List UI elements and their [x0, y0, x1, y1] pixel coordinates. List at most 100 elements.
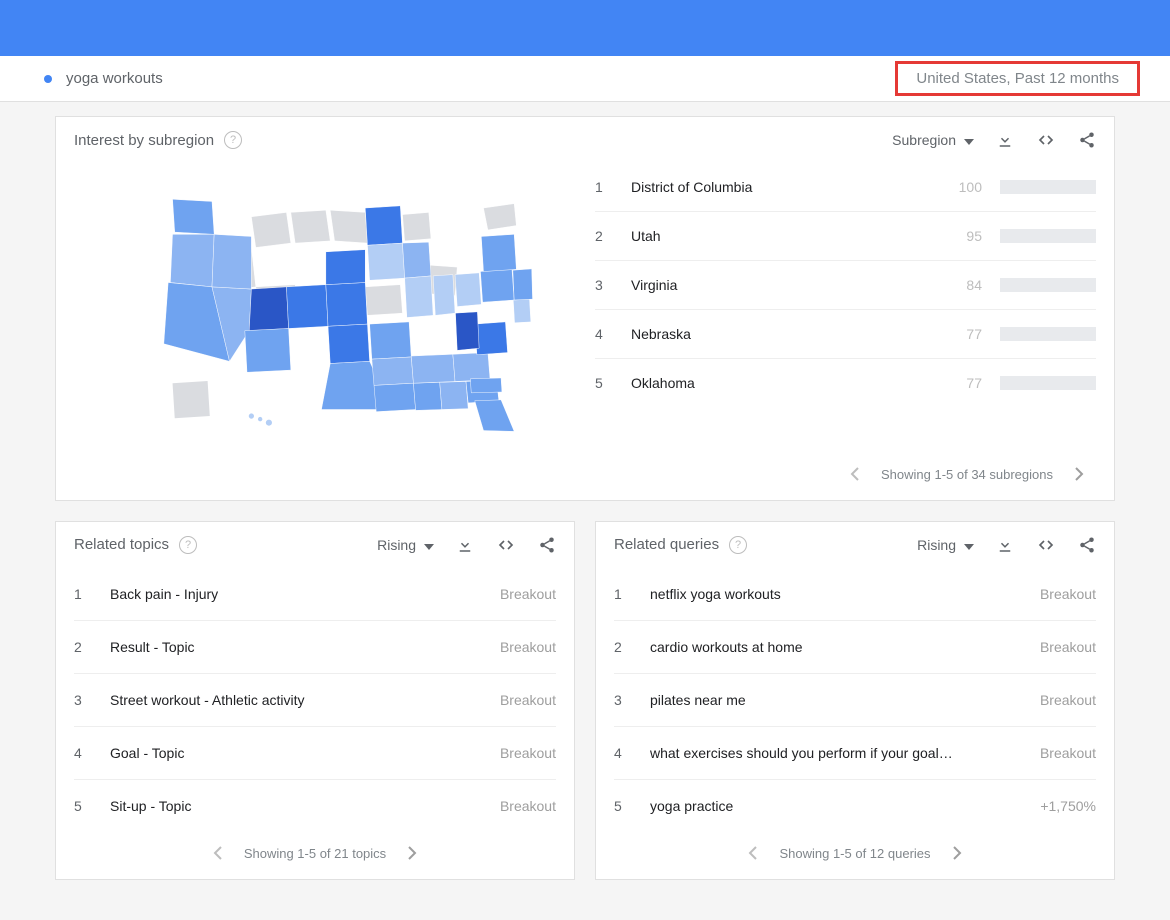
state-ks[interactable] [325, 282, 367, 326]
region-rank: 4 [595, 326, 613, 342]
list-rank: 3 [74, 692, 92, 708]
list-row[interactable]: 1netflix yoga workoutsBreakout [614, 568, 1096, 621]
embed-icon[interactable] [1036, 537, 1056, 553]
next-page-icon[interactable] [408, 846, 417, 860]
state-hi[interactable] [248, 413, 271, 425]
subregion-dropdown[interactable]: Subregion [892, 132, 974, 148]
list-row[interactable]: 5Sit-up - TopicBreakout [74, 780, 556, 832]
state-nc[interactable] [452, 353, 489, 382]
topics-pagination-text: Showing 1-5 of 21 topics [244, 846, 386, 861]
list-metric: Breakout [1040, 639, 1096, 655]
topics-pagination: Showing 1-5 of 21 topics [56, 832, 574, 879]
state-va[interactable] [474, 322, 507, 355]
region-row[interactable]: 1District of Columbia100 [595, 163, 1096, 212]
help-icon[interactable]: ? [729, 536, 747, 554]
list-metric: Breakout [1040, 745, 1096, 761]
help-icon[interactable]: ? [224, 131, 242, 149]
list-label: pilates near me [650, 692, 1022, 708]
region-row[interactable]: 2Utah95 [595, 212, 1096, 261]
prev-page-icon[interactable] [213, 846, 222, 860]
list-row[interactable]: 2cardio workouts at homeBreakout [614, 621, 1096, 674]
state-nj[interactable] [513, 299, 531, 323]
state-or[interactable] [170, 234, 214, 287]
state-sc[interactable] [470, 378, 502, 393]
share-icon[interactable] [538, 536, 556, 554]
state-la[interactable] [374, 383, 416, 411]
embed-icon[interactable] [1036, 132, 1056, 148]
region-card-actions: Subregion [892, 131, 1096, 149]
state-oh[interactable] [455, 273, 481, 307]
state-ms[interactable] [413, 382, 441, 410]
state-wi[interactable] [402, 242, 430, 278]
region-row[interactable]: 4Nebraska77 [595, 310, 1096, 359]
list-row[interactable]: 1Back pain - InjuryBreakout [74, 568, 556, 621]
state-fl[interactable] [474, 400, 513, 432]
state-ne[interactable] [325, 250, 364, 285]
state-ar[interactable] [371, 357, 413, 385]
state-pa[interactable] [480, 269, 514, 302]
next-page-icon[interactable] [1075, 467, 1084, 481]
region-row[interactable]: 3Virginia84 [595, 261, 1096, 310]
list-label: Result - Topic [110, 639, 482, 655]
prev-page-icon[interactable] [748, 846, 757, 860]
state-ak[interactable] [172, 381, 209, 418]
topics-dropdown[interactable]: Rising [377, 537, 434, 553]
list-label: what exercises should you perform if you… [650, 745, 1022, 761]
download-icon[interactable] [996, 131, 1014, 149]
list-row[interactable]: 5yoga practice+1,750% [614, 780, 1096, 832]
state-al[interactable] [439, 381, 467, 409]
list-row[interactable]: 3Street workout - Athletic activityBreak… [74, 674, 556, 727]
list-row[interactable]: 4Goal - TopicBreakout [74, 727, 556, 780]
help-icon[interactable]: ? [179, 536, 197, 554]
queries-dropdown[interactable]: Rising [917, 537, 974, 553]
embed-icon[interactable] [496, 537, 516, 553]
download-icon[interactable] [456, 536, 474, 554]
list-rank: 2 [614, 639, 632, 655]
topics-card-header: Related topics ? Rising [56, 522, 574, 568]
queries-list: 1netflix yoga workoutsBreakout2cardio wo… [596, 568, 1114, 832]
region-list: 1District of Columbia1002Utah953Virginia… [585, 163, 1096, 443]
state-mo[interactable] [369, 322, 411, 359]
list-metric: Breakout [500, 798, 556, 814]
list-row[interactable]: 2Result - TopicBreakout [74, 621, 556, 674]
queries-actions: Rising [917, 536, 1096, 554]
state-ia[interactable] [367, 243, 404, 280]
state-id[interactable] [211, 234, 250, 289]
next-page-icon[interactable] [953, 846, 962, 860]
state-ct-ma[interactable] [512, 269, 532, 300]
prev-page-icon[interactable] [850, 467, 859, 481]
share-icon[interactable] [1078, 536, 1096, 554]
search-term[interactable]: yoga workouts [44, 70, 163, 87]
region-name: Virginia [631, 277, 924, 293]
region-value: 95 [942, 228, 982, 244]
subregion-dropdown-label: Subregion [892, 132, 956, 148]
topics-actions: Rising [377, 536, 556, 554]
state-in[interactable] [433, 275, 455, 316]
download-icon[interactable] [996, 536, 1014, 554]
state-wv[interactable] [455, 312, 479, 351]
list-row[interactable]: 3pilates near meBreakout [614, 674, 1096, 727]
state-ny[interactable] [481, 234, 516, 271]
region-value: 77 [942, 375, 982, 391]
chevron-down-icon [964, 537, 974, 553]
us-map[interactable] [74, 163, 585, 443]
share-icon[interactable] [1078, 131, 1096, 149]
region-row[interactable]: 5Oklahoma77 [595, 359, 1096, 407]
state-ok[interactable] [328, 324, 370, 363]
queries-card: Related queries ? Rising [595, 521, 1115, 880]
region-name: District of Columbia [631, 179, 924, 195]
state-mn[interactable] [365, 206, 402, 245]
list-rank: 5 [74, 798, 92, 814]
chevron-down-icon [964, 132, 974, 148]
state-ut[interactable] [249, 287, 288, 331]
state-wa[interactable] [172, 199, 214, 234]
filters-highlight[interactable]: United States, Past 12 months [895, 61, 1140, 96]
topics-dropdown-label: Rising [377, 537, 416, 553]
list-label: Back pain - Injury [110, 586, 482, 602]
state-az[interactable] [244, 328, 290, 372]
list-row[interactable]: 4what exercises should you perform if yo… [614, 727, 1096, 780]
state-tn[interactable] [411, 354, 455, 383]
state-co[interactable] [286, 285, 328, 329]
state-il[interactable] [404, 276, 432, 318]
content-area: Interest by subregion ? Subregion [0, 102, 1170, 920]
